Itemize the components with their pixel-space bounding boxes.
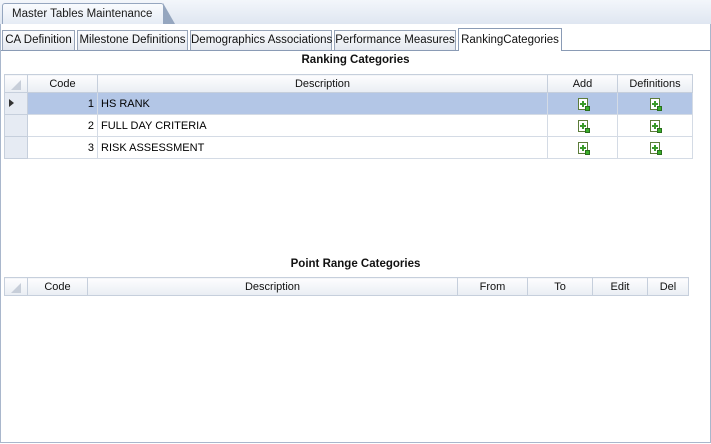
window-tab-strip: Master Tables Maintenance bbox=[0, 0, 711, 25]
row-selector[interactable] bbox=[4, 92, 28, 115]
grid-header-row: Code Description Add Definitions bbox=[4, 74, 693, 93]
window-title-tab[interactable]: Master Tables Maintenance bbox=[2, 3, 175, 24]
column-header-add[interactable]: Add bbox=[547, 74, 618, 93]
tab-label: CA Definition bbox=[5, 34, 72, 46]
window-title: Master Tables Maintenance bbox=[12, 8, 153, 20]
table-row[interactable]: 3 RISK ASSESSMENT bbox=[4, 136, 693, 159]
ranking-categories-grid: Code Description Add Definitions 1 HS RA… bbox=[4, 74, 693, 159]
tab-demographics-associations[interactable]: Demographics Associations bbox=[190, 30, 332, 50]
point-range-categories-grid: Code Description From To Edit Del bbox=[4, 277, 689, 296]
column-header-code[interactable]: Code bbox=[27, 277, 88, 296]
column-header-edit[interactable]: Edit bbox=[592, 277, 648, 296]
point-range-categories-title: Point Range Categories bbox=[290, 258, 421, 270]
column-header-code[interactable]: Code bbox=[27, 74, 98, 93]
definitions-document-icon[interactable] bbox=[650, 141, 662, 155]
tab-bar: CA Definition Milestone Definitions Demo… bbox=[1, 28, 710, 51]
column-header-description[interactable]: Description bbox=[97, 74, 548, 93]
tab-label: Demographics Associations bbox=[191, 34, 333, 46]
cell-code[interactable]: 3 bbox=[27, 136, 98, 159]
cell-definitions[interactable] bbox=[617, 136, 693, 159]
cell-add[interactable] bbox=[547, 114, 618, 137]
cell-description[interactable]: HS RANK bbox=[97, 92, 548, 115]
column-header-from[interactable]: From bbox=[457, 277, 528, 296]
cell-description[interactable]: FULL DAY CRITERIA bbox=[97, 114, 548, 137]
column-header-del[interactable]: Del bbox=[647, 277, 689, 296]
add-document-icon[interactable] bbox=[577, 97, 590, 111]
tab-performance-measures[interactable]: Performance Measures bbox=[334, 30, 456, 50]
column-header-to[interactable]: To bbox=[527, 277, 593, 296]
tab-ranking-categories[interactable]: RankingCategories bbox=[458, 28, 562, 51]
definitions-document-icon[interactable] bbox=[650, 119, 662, 133]
cell-description[interactable]: RISK ASSESSMENT bbox=[97, 136, 548, 159]
grid-header-row: Code Description From To Edit Del bbox=[4, 277, 689, 296]
cell-add[interactable] bbox=[547, 92, 618, 115]
row-selector[interactable] bbox=[4, 136, 28, 159]
row-selector[interactable] bbox=[4, 114, 28, 137]
cell-definitions[interactable] bbox=[617, 114, 693, 137]
tab-milestone-definitions[interactable]: Milestone Definitions bbox=[77, 30, 188, 50]
definitions-document-icon[interactable] bbox=[650, 97, 662, 111]
row-selector-arrow-icon bbox=[9, 98, 14, 107]
table-row[interactable]: 1 HS RANK bbox=[4, 92, 693, 115]
tab-ca-definition[interactable]: CA Definition bbox=[2, 30, 75, 50]
tab-label: Milestone Definitions bbox=[79, 34, 186, 46]
master-tables-panel: CA Definition Milestone Definitions Demo… bbox=[0, 24, 711, 443]
add-document-icon[interactable] bbox=[577, 119, 590, 133]
cell-code[interactable]: 2 bbox=[27, 114, 98, 137]
column-header-description[interactable]: Description bbox=[87, 277, 458, 296]
tab-label: Performance Measures bbox=[335, 34, 455, 46]
column-header-definitions[interactable]: Definitions bbox=[617, 74, 693, 93]
cell-code[interactable]: 1 bbox=[27, 92, 98, 115]
add-document-icon[interactable] bbox=[577, 141, 590, 155]
table-row[interactable]: 2 FULL DAY CRITERIA bbox=[4, 114, 693, 137]
select-all-corner[interactable] bbox=[4, 74, 28, 93]
select-all-corner[interactable] bbox=[4, 277, 28, 296]
ranking-categories-title: Ranking Categories bbox=[301, 54, 410, 66]
cell-definitions[interactable] bbox=[617, 92, 693, 115]
tab-label: RankingCategories bbox=[461, 34, 559, 46]
cell-add[interactable] bbox=[547, 136, 618, 159]
point-range-grid-body bbox=[1, 318, 710, 442]
